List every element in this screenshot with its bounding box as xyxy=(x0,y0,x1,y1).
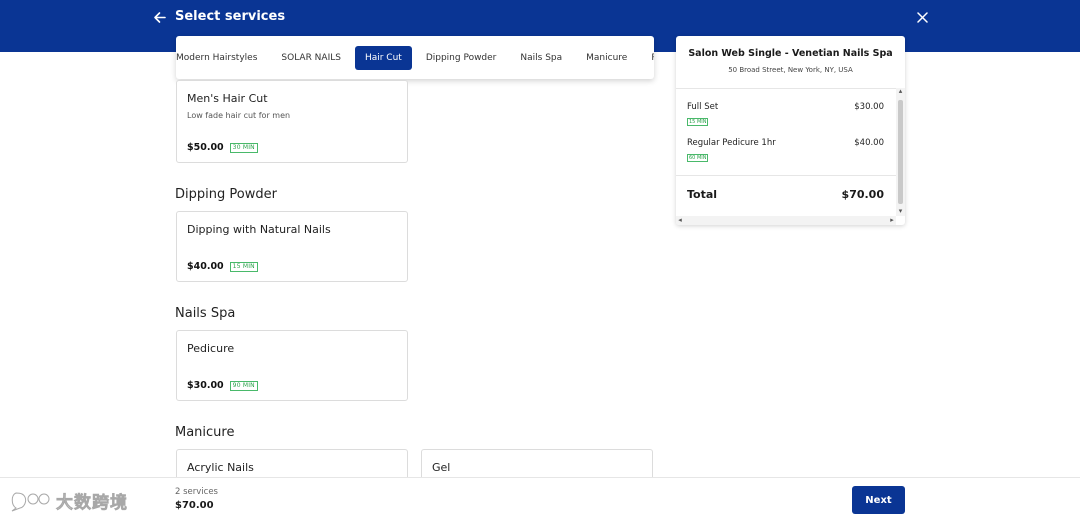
summary-total-label: Total xyxy=(687,188,718,201)
service-card-pedicure[interactable]: Pedicure $30.00 90 MIN xyxy=(176,330,408,401)
service-name: Acrylic Nails xyxy=(187,461,254,474)
summary-divider xyxy=(676,175,896,176)
back-button[interactable] xyxy=(150,8,168,26)
close-button[interactable] xyxy=(913,8,931,26)
duration-badge: 90 MIN xyxy=(229,381,258,391)
summary-divider xyxy=(676,88,905,89)
service-name: Dipping with Natural Nails xyxy=(187,223,331,236)
tab-modern-hairstyles[interactable]: Modern Hairstyles xyxy=(176,46,267,70)
page-title: Select services xyxy=(175,9,286,24)
section-title-manicure: Manicure xyxy=(175,425,235,440)
tab-solar-nails[interactable]: SOLAR NAILS xyxy=(271,46,351,70)
service-price: $40.00 xyxy=(187,261,224,272)
service-card-mens-hair-cut[interactable]: Men's Hair Cut Low fade hair cut for men… xyxy=(176,80,408,163)
section-title-nails-spa: Nails Spa xyxy=(175,306,236,321)
section-title-dipping-powder: Dipping Powder xyxy=(175,187,277,202)
duration-badge: 15 MIN xyxy=(229,262,258,272)
service-card-dipping-natural-nails[interactable]: Dipping with Natural Nails $40.00 15 MIN xyxy=(176,211,408,282)
salon-name: Salon Web Single - Venetian Nails Spa xyxy=(688,48,893,59)
service-price-row: $40.00 15 MIN xyxy=(187,261,258,272)
summary-item-duration: 60 MIN xyxy=(687,154,709,162)
watermark-text: 大数跨境 xyxy=(56,493,128,514)
summary-total-value: $70.00 xyxy=(841,188,884,201)
duration-badge: 30 MIN xyxy=(229,143,258,153)
watermark: 大数跨境 xyxy=(8,488,128,513)
service-description: Low fade hair cut for men xyxy=(187,111,291,120)
selected-services-count: 2 services xyxy=(175,487,218,497)
tab-pedicure[interactable]: Pedicure xyxy=(641,46,654,70)
scroll-thumb[interactable] xyxy=(898,100,903,204)
service-price-row: $50.00 30 MIN xyxy=(187,142,258,153)
service-price: $30.00 xyxy=(187,380,224,391)
next-button[interactable]: Next xyxy=(852,486,905,514)
summary-item-price: $40.00 xyxy=(854,138,884,148)
tab-manicure[interactable]: Manicure xyxy=(576,46,637,70)
scroll-down-icon[interactable]: ▾ xyxy=(896,208,905,216)
footer-bar: 2 services $70.00 Next xyxy=(0,477,1080,521)
salon-address: 50 Broad Street, New York, NY, USA xyxy=(728,66,853,74)
scroll-right-icon[interactable]: ▸ xyxy=(888,216,896,225)
arrow-left-icon xyxy=(153,11,166,23)
booking-summary: Salon Web Single - Venetian Nails Spa 50… xyxy=(676,36,905,225)
scroll-left-icon[interactable]: ◂ xyxy=(676,216,684,225)
summary-item-price: $30.00 xyxy=(854,102,884,112)
summary-item-name: Regular Pedicure 1hr xyxy=(687,138,776,148)
service-name: Gel xyxy=(432,461,451,474)
service-price: $50.00 xyxy=(187,142,224,153)
scroll-up-icon[interactable]: ▴ xyxy=(896,88,905,96)
close-icon xyxy=(916,11,928,23)
service-price-row: $30.00 90 MIN xyxy=(187,380,258,391)
tab-nails-spa[interactable]: Nails Spa xyxy=(510,46,572,70)
service-name: Pedicure xyxy=(187,342,235,355)
tab-hair-cut[interactable]: Hair Cut xyxy=(354,45,412,70)
watermark-logo-icon xyxy=(11,491,50,511)
summary-item-name: Full Set xyxy=(687,102,719,112)
summary-vertical-scrollbar[interactable]: ▴ ▾ xyxy=(896,88,905,216)
footer-total: $70.00 xyxy=(175,500,214,511)
summary-horizontal-scrollbar[interactable]: ◂ ▸ xyxy=(676,216,896,225)
tab-dipping-powder[interactable]: Dipping Powder xyxy=(416,46,507,70)
service-name: Men's Hair Cut xyxy=(187,92,268,105)
summary-item-duration: 15 MIN xyxy=(687,118,709,126)
category-tabs: Modern Hairstyles SOLAR NAILS Hair Cut D… xyxy=(176,36,654,79)
